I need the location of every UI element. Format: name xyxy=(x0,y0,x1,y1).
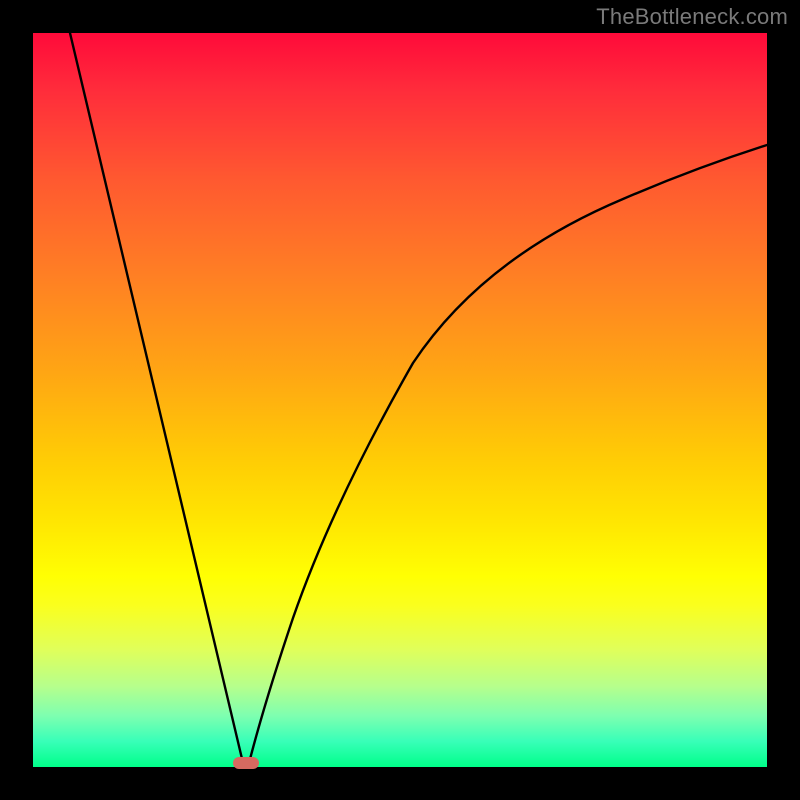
chart-frame: TheBottleneck.com xyxy=(0,0,800,800)
watermark-text: TheBottleneck.com xyxy=(596,4,788,30)
plot-area xyxy=(33,33,767,767)
curve-left-branch xyxy=(70,33,243,763)
curve-right-branch xyxy=(249,145,767,763)
bottleneck-marker xyxy=(233,757,259,769)
bottleneck-curve xyxy=(33,33,767,767)
